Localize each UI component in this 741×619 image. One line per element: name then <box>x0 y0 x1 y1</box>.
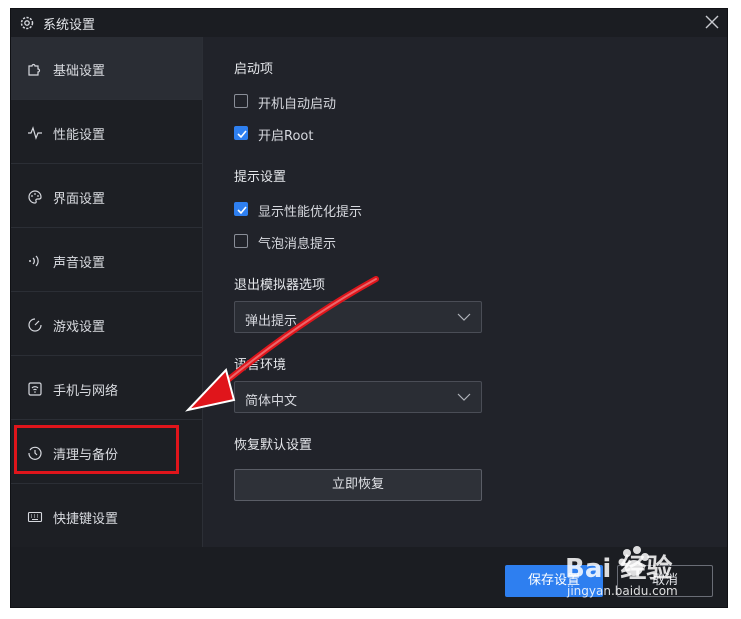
settings-window: 系统设置 基础设置 性能设置 界面设置 声音设置 游戏设置 手机与网络 清理与备… <box>10 8 728 608</box>
gear-icon <box>20 16 34 30</box>
checkbox-box[interactable] <box>234 94 248 108</box>
close-icon[interactable] <box>703 13 721 31</box>
language-select[interactable]: 简体中文 <box>234 381 482 413</box>
button-label: 立即恢复 <box>331 477 384 492</box>
checkbox-label: 开机自动启动 <box>258 97 337 112</box>
sidebar-item-label: 快捷键设置 <box>53 512 119 527</box>
notifications-section-title: 提示设置 <box>234 170 287 185</box>
checkbox-label: 气泡消息提示 <box>258 237 337 252</box>
annotation-highlight-box <box>14 425 179 474</box>
checkmark-icon <box>237 206 247 215</box>
cancel-button[interactable]: 取消 <box>617 565 713 597</box>
keyboard-icon <box>27 511 43 523</box>
button-label: 保存设置 <box>527 573 580 588</box>
sidebar-item-performance[interactable]: 性能设置 <box>11 101 202 164</box>
select-value: 简体中文 <box>245 394 298 409</box>
sidebar-item-label: 游戏设置 <box>53 320 106 335</box>
sidebar-item-interface[interactable]: 界面设置 <box>11 165 202 228</box>
language-title: 语言环境 <box>234 358 287 373</box>
chevron-down-icon <box>457 313 471 321</box>
checkbox-box[interactable] <box>234 126 248 140</box>
sidebar-item-label: 界面设置 <box>53 192 106 207</box>
sidebar-item-sound[interactable]: 声音设置 <box>11 229 202 292</box>
window-title: 系统设置 <box>43 18 96 33</box>
puzzle-icon <box>28 63 41 76</box>
restore-now-button[interactable]: 立即恢复 <box>234 469 482 501</box>
sidebar-item-game[interactable]: 游戏设置 <box>11 293 202 356</box>
sidebar-item-phone-network[interactable]: 手机与网络 <box>11 357 202 420</box>
checkbox-box[interactable] <box>234 202 248 216</box>
checkbox-box[interactable] <box>234 234 248 248</box>
checkbox-label: 开启Root <box>258 129 314 144</box>
select-value: 弹出提示 <box>245 314 298 329</box>
pulse-icon <box>28 126 42 140</box>
sidebar-item-basic[interactable]: 基础设置 <box>11 37 202 100</box>
sidebar-item-label: 手机与网络 <box>53 384 119 399</box>
settings-content: 启动项 开机自动启动 开启Root 提示设置 显示性能优化提示 气泡消息提示 退… <box>203 37 727 547</box>
footer-bar: 保存设置 取消 <box>11 547 727 607</box>
title-bar: 系统设置 <box>11 9 727 37</box>
button-label: 取消 <box>651 573 678 588</box>
sidebar-item-label: 性能设置 <box>53 128 106 143</box>
phone-network-icon <box>28 382 42 396</box>
exit-option-title: 退出模拟器选项 <box>234 278 326 293</box>
startup-section-title: 启动项 <box>234 62 274 77</box>
palette-icon <box>28 190 42 204</box>
settings-sidebar: 基础设置 性能设置 界面设置 声音设置 游戏设置 手机与网络 清理与备份 快捷键… <box>11 37 203 547</box>
checkmark-icon <box>237 130 247 139</box>
sidebar-item-shortcuts[interactable]: 快捷键设置 <box>11 485 202 548</box>
save-button[interactable]: 保存设置 <box>505 565 603 597</box>
sidebar-item-label: 基础设置 <box>53 64 106 79</box>
chevron-down-icon <box>457 393 471 401</box>
checkbox-label: 显示性能优化提示 <box>258 205 363 220</box>
game-icon <box>28 318 42 332</box>
exit-option-select[interactable]: 弹出提示 <box>234 301 482 333</box>
sound-icon <box>29 255 39 267</box>
sidebar-item-label: 声音设置 <box>53 256 106 271</box>
restore-title: 恢复默认设置 <box>234 438 313 453</box>
